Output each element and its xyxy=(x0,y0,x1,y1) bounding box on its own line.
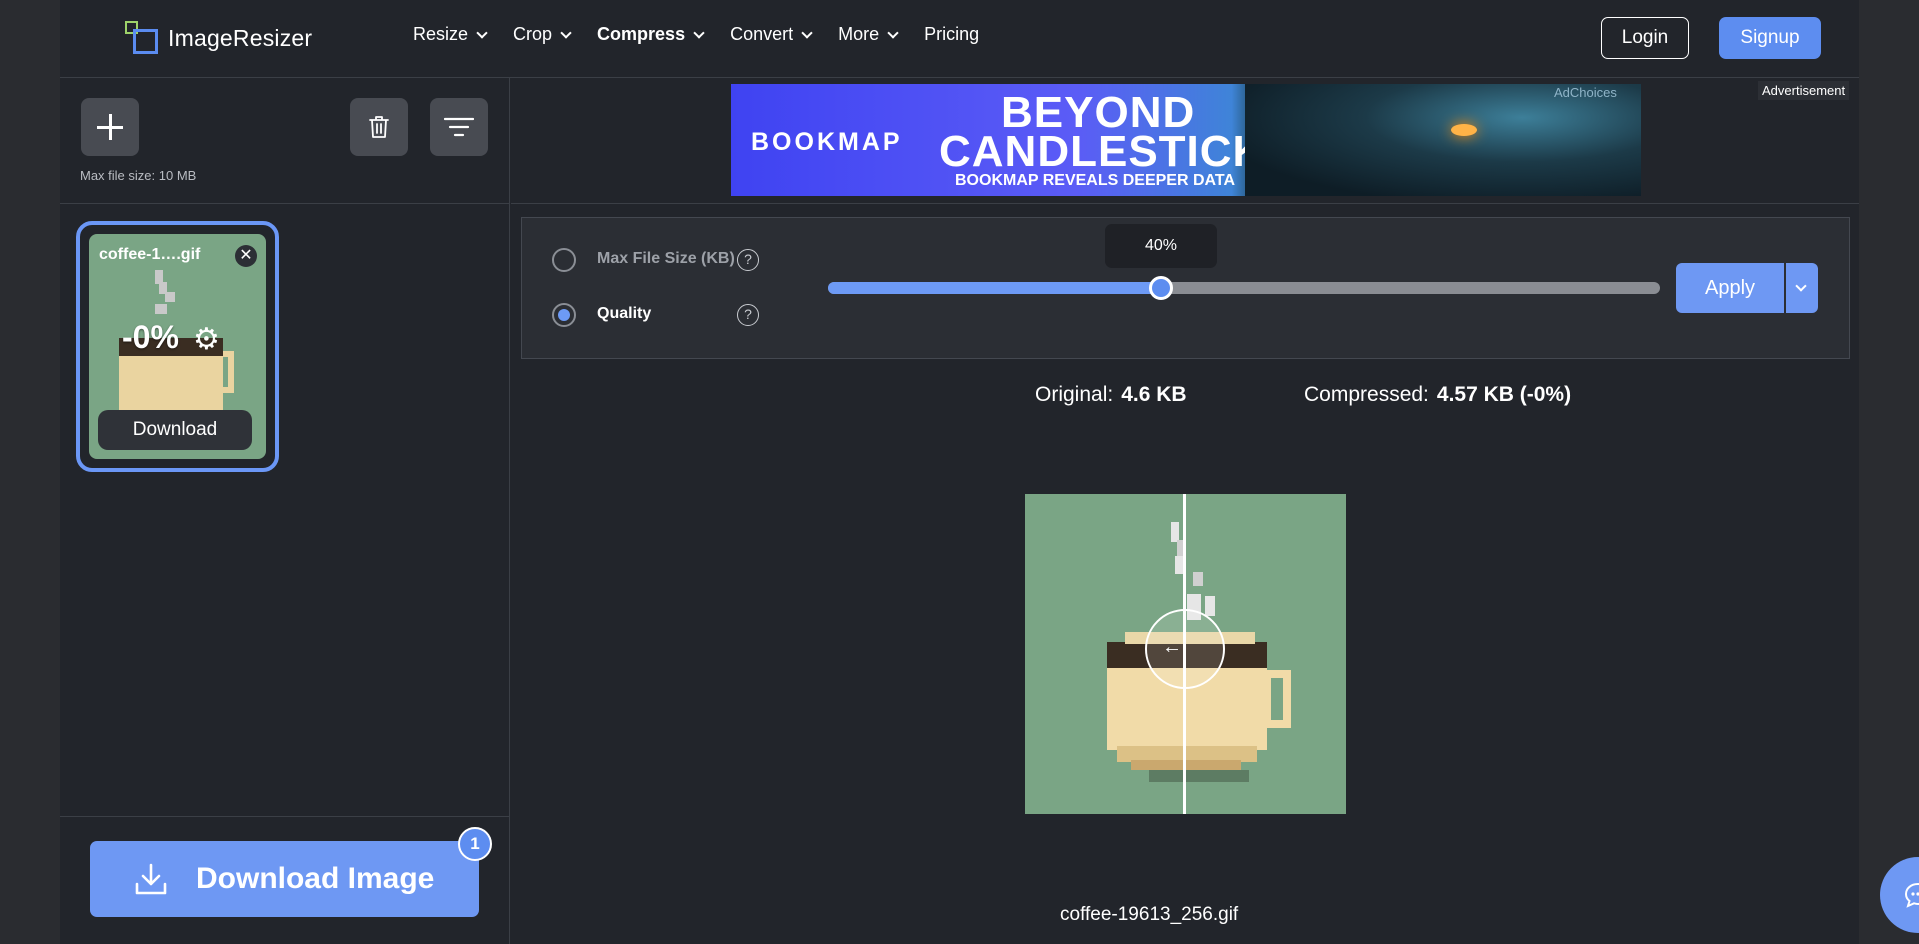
logo-text: ImageResizer xyxy=(168,25,312,52)
trash-icon xyxy=(368,115,390,139)
delete-all-button[interactable] xyxy=(350,98,408,156)
apply-options-button[interactable] xyxy=(1786,263,1818,313)
ad-bull-image xyxy=(1245,84,1641,196)
chevron-down-icon xyxy=(887,27,898,38)
chevron-down-icon xyxy=(801,27,812,38)
original-size: Original: 4.6 KB xyxy=(1035,383,1187,407)
chat-bubble-icon xyxy=(1903,880,1919,910)
file-sidebar: Max file size: 10 MB coffee-1….gif ✕ -0% xyxy=(60,78,510,944)
download-image-label: Download Image xyxy=(196,862,434,896)
file-name: coffee-1….gif xyxy=(99,246,200,264)
sort-button[interactable] xyxy=(430,98,488,156)
max-file-size-radio[interactable] xyxy=(552,248,576,272)
quality-slider[interactable]: 40% xyxy=(828,282,1660,294)
advertisement-label: Advertisement xyxy=(1758,81,1849,100)
ad-area: BOOKMAP BEYOND CANDLESTICKS BOOKMAP REVE… xyxy=(511,78,1859,204)
nav-resize[interactable]: Resize xyxy=(413,24,486,45)
quality-radio[interactable] xyxy=(552,303,576,327)
ad-subtitle: BOOKMAP REVEALS DEEPER DATA xyxy=(955,172,1235,190)
remove-file-button[interactable]: ✕ xyxy=(235,245,257,267)
compressed-size: Compressed: 4.57 KB (-0%) xyxy=(1304,383,1571,407)
compressed-label: Compressed: xyxy=(1304,383,1429,406)
chat-button[interactable] xyxy=(1880,857,1919,933)
main-panel: BOOKMAP BEYOND CANDLESTICKS BOOKMAP REVE… xyxy=(511,78,1859,944)
nav-compress[interactable]: Compress xyxy=(597,24,703,45)
slider-fill xyxy=(828,282,1161,294)
compression-controls: Max File Size (KB) ? Quality ? 40% Apply xyxy=(521,217,1850,359)
chevron-down-icon xyxy=(476,27,487,38)
nav-more[interactable]: More xyxy=(838,24,897,45)
slider-handle[interactable] xyxy=(1149,276,1173,300)
file-thumbnail: coffee-1….gif ✕ -0% ⚙ Download xyxy=(89,234,266,459)
sidebar-footer: Download Image 1 xyxy=(60,816,510,944)
signup-button[interactable]: Signup xyxy=(1719,17,1821,59)
original-value: 4.6 KB xyxy=(1121,383,1186,406)
chevron-down-icon xyxy=(693,27,704,38)
ad-banner[interactable]: BOOKMAP BEYOND CANDLESTICKS BOOKMAP REVE… xyxy=(731,84,1641,196)
ad-bull-glow xyxy=(1451,124,1477,136)
help-icon[interactable]: ? xyxy=(737,304,759,326)
apply-button[interactable]: Apply xyxy=(1676,263,1784,313)
logo-icon xyxy=(124,20,160,56)
logo[interactable]: ImageResizer xyxy=(124,20,312,56)
nav-pricing[interactable]: Pricing xyxy=(924,24,979,45)
chevron-down-icon xyxy=(560,27,571,38)
ad-brand: BOOKMAP xyxy=(751,128,903,157)
ad-title-line2: CANDLESTICKS xyxy=(939,127,1296,177)
gear-icon[interactable]: ⚙ xyxy=(193,322,220,357)
download-icon xyxy=(134,862,168,896)
chevron-down-icon xyxy=(1795,280,1806,291)
max-file-size-label: Max File Size (KB) xyxy=(597,250,735,268)
max-file-size-note: Max file size: 10 MB xyxy=(80,168,196,183)
nav-crop[interactable]: Crop xyxy=(513,24,570,45)
sidebar-toolbar: Max file size: 10 MB xyxy=(60,78,510,204)
close-icon: ✕ xyxy=(239,247,252,264)
quality-label: Quality xyxy=(597,305,651,323)
filter-lines-icon xyxy=(444,117,474,137)
nav-convert[interactable]: Convert xyxy=(730,24,811,45)
file-download-button[interactable]: Download xyxy=(98,410,252,450)
preview-filename: coffee-19613_256.gif xyxy=(1060,904,1238,926)
plus-icon xyxy=(97,114,123,140)
adchoices-link[interactable]: AdChoices xyxy=(1554,85,1617,100)
main-nav: Resize Crop Compress Convert More Pricin… xyxy=(413,24,1006,45)
compressed-value: 4.57 KB (-0%) xyxy=(1437,383,1571,406)
download-count-badge: 1 xyxy=(458,827,492,861)
original-label: Original: xyxy=(1035,383,1113,406)
file-card[interactable]: coffee-1….gif ✕ -0% ⚙ Download xyxy=(76,221,279,472)
left-right-arrows-icon: ←| xyxy=(1162,636,1187,659)
help-icon[interactable]: ? xyxy=(737,249,759,271)
compare-preview[interactable]: ←| xyxy=(1025,494,1346,814)
app: ImageResizer Resize Crop Compress Conver… xyxy=(60,0,1859,944)
login-button[interactable]: Login xyxy=(1601,17,1689,59)
top-header: ImageResizer Resize Crop Compress Conver… xyxy=(60,0,1859,78)
slider-value-tooltip: 40% xyxy=(1105,224,1217,268)
download-image-button[interactable]: Download Image xyxy=(90,841,479,917)
file-reduction: -0% xyxy=(122,319,179,356)
add-file-button[interactable] xyxy=(81,98,139,156)
